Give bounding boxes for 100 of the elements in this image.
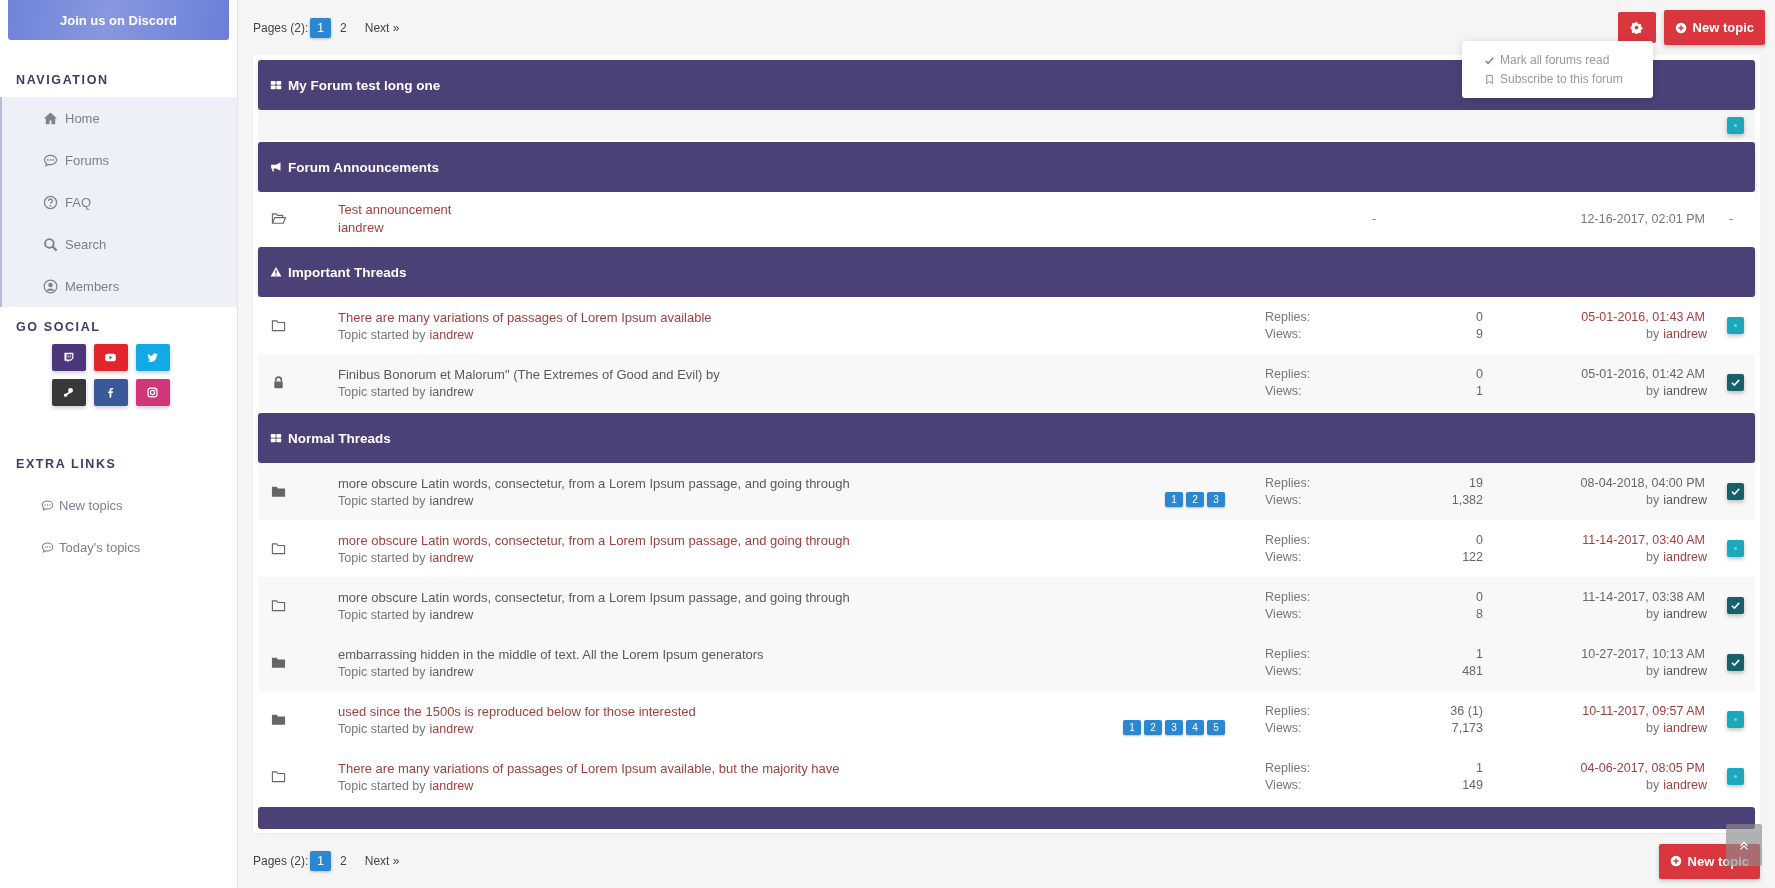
page-badge[interactable]: 1: [1165, 491, 1183, 507]
new-topic-button[interactable]: New topic: [1658, 843, 1760, 879]
last-post-date[interactable]: 04-06-2017, 08:05 PM: [1580, 761, 1705, 775]
search-icon: [43, 236, 58, 252]
page-badge[interactable]: 2: [1186, 491, 1204, 507]
author-link[interactable]: iandrew: [1663, 664, 1707, 678]
thread-title[interactable]: embarrassing hidden in the middle of text. All the Lorem Ipsum generators: [338, 646, 764, 662]
read-checkbox[interactable]: [1727, 654, 1744, 671]
thread-title[interactable]: more obscure Latin words, consectetur, from a Lorem Ipsum passage, and going through: [338, 589, 850, 605]
author-link[interactable]: iandrew: [1663, 384, 1707, 398]
author-link[interactable]: iandrew: [1663, 607, 1707, 621]
announcement-title[interactable]: Test announcement: [338, 202, 452, 217]
author-link[interactable]: iandrew: [429, 493, 474, 508]
replies-count: 36 (1): [1450, 704, 1483, 718]
page-badge[interactable]: 4: [1186, 719, 1204, 735]
page-link[interactable]: 2: [333, 17, 354, 38]
thread-title[interactable]: There are many variations of passages of Lorem Ipsum available: [338, 309, 712, 325]
author-link[interactable]: iandrew: [429, 327, 474, 342]
nav-link[interactable]: Forums: [65, 152, 110, 168]
nav-link[interactable]: Today's topics: [59, 539, 141, 555]
last-post-date[interactable]: 05-01-2016, 01:42 AM: [1581, 367, 1705, 381]
started-by-label: Topic started by: [338, 384, 426, 399]
read-checkbox[interactable]: [1727, 540, 1744, 557]
last-post-date[interactable]: 08-04-2018, 04:00 PM: [1580, 476, 1705, 490]
thread-title[interactable]: more obscure Latin words, consectetur, from a Lorem Ipsum passage, and going through: [338, 475, 850, 491]
page-badge[interactable]: 2: [1144, 719, 1162, 735]
author-link[interactable]: iandrew: [429, 721, 474, 736]
read-checkbox[interactable]: [1727, 711, 1744, 728]
read-checkbox[interactable]: [1727, 597, 1744, 614]
warning-icon: [270, 266, 282, 278]
nav-link[interactable]: New topics: [59, 497, 123, 513]
author-link[interactable]: iandrew: [1663, 493, 1707, 507]
page-link[interactable]: 1: [310, 851, 332, 871]
page-badge[interactable]: 3: [1165, 719, 1183, 735]
nav-link[interactable]: Home: [65, 110, 100, 126]
started-by-label: Topic started by: [338, 327, 426, 342]
social-button[interactable]: [135, 379, 170, 406]
author-link[interactable]: iandrew: [338, 220, 452, 235]
page-badge[interactable]: 3: [1207, 491, 1225, 507]
open-folder-icon: [270, 211, 286, 226]
thread-title[interactable]: more obscure Latin words, consectetur, from a Lorem Ipsum passage, and going through: [338, 532, 850, 548]
author-link[interactable]: iandrew: [429, 384, 474, 399]
page-link[interactable]: 2: [333, 851, 354, 871]
last-post-date[interactable]: 05-01-2016, 01:43 AM: [1581, 310, 1705, 324]
nav-link[interactable]: FAQ: [65, 194, 91, 210]
replies-count: 1: [1475, 761, 1483, 775]
check-icon: [1484, 54, 1495, 66]
author-link[interactable]: iandrew: [429, 664, 474, 679]
views-label: Views:: [1265, 778, 1303, 792]
author-link[interactable]: iandrew: [1663, 327, 1707, 341]
replies-label: Replies:: [1265, 367, 1311, 381]
read-checkbox[interactable]: [1727, 317, 1744, 334]
next-page-link[interactable]: Next »: [357, 17, 407, 38]
nav-link[interactable]: Members: [65, 278, 120, 294]
author-link[interactable]: iandrew: [1663, 721, 1707, 735]
author-link[interactable]: iandrew: [429, 778, 474, 793]
read-checkbox[interactable]: [1727, 116, 1744, 134]
folder-icon: [270, 769, 286, 784]
social-button[interactable]: [51, 344, 86, 371]
speech-bubble-icon: [41, 540, 54, 554]
views-count: 8: [1476, 607, 1483, 621]
author-link[interactable]: iandrew: [1663, 778, 1707, 792]
thread-title[interactable]: used since the 1500s is reproduced below for those interested: [338, 703, 696, 719]
social-button[interactable]: [51, 379, 86, 406]
check-icon: [1729, 656, 1742, 669]
question-icon: [43, 194, 58, 210]
table-cell: -: [1371, 211, 1377, 226]
grid-icon: [270, 79, 282, 91]
last-post-date[interactable]: 10-27-2017, 10:13 AM: [1581, 647, 1705, 661]
replies-count: 1: [1475, 647, 1483, 661]
replies-label: Replies:: [1265, 704, 1311, 718]
author-link[interactable]: iandrew: [429, 550, 474, 565]
social-button[interactable]: [93, 344, 128, 371]
page-link[interactable]: 1: [310, 17, 332, 38]
steam-icon: [62, 386, 75, 399]
new-topic-button[interactable]: New topic: [1663, 10, 1765, 45]
last-post-date[interactable]: 10-11-2017, 09:57 AM: [1582, 704, 1705, 718]
last-post-date[interactable]: 11-14-2017, 03:40 AM: [1582, 533, 1705, 547]
read-checkbox[interactable]: [1727, 374, 1744, 391]
replies-count: 0: [1475, 533, 1483, 547]
author-link[interactable]: iandrew: [429, 607, 474, 622]
read-checkbox[interactable]: [1727, 768, 1744, 785]
replies-count: 0: [1476, 590, 1483, 604]
views-label: Views:: [1265, 327, 1303, 341]
last-post-date[interactable]: 11-14-2017, 03:38 AM: [1582, 590, 1705, 604]
settings-button[interactable]: [1617, 12, 1656, 43]
thread-title[interactable]: There are many variations of passages of Lorem Ipsum available, but the majority have: [338, 760, 840, 776]
next-page-link[interactable]: Next »: [357, 851, 407, 871]
check-icon: [1729, 485, 1742, 498]
page-badge[interactable]: 1: [1123, 719, 1141, 735]
by-label: by: [1646, 664, 1660, 678]
page-badge[interactable]: 5: [1207, 719, 1225, 735]
author-link[interactable]: iandrew: [1663, 550, 1707, 564]
grid-icon: [270, 432, 282, 444]
plus-circle-icon: [1674, 21, 1687, 34]
date-text: 12-16-2017, 02:01 PM: [1580, 211, 1705, 226]
social-button[interactable]: [93, 379, 128, 406]
read-checkbox[interactable]: [1727, 483, 1744, 500]
nav-link[interactable]: Search: [65, 236, 107, 252]
thread-title[interactable]: Finibus Bonorum et Malorum" (The Extremes of Good and Evil) by: [338, 366, 720, 382]
